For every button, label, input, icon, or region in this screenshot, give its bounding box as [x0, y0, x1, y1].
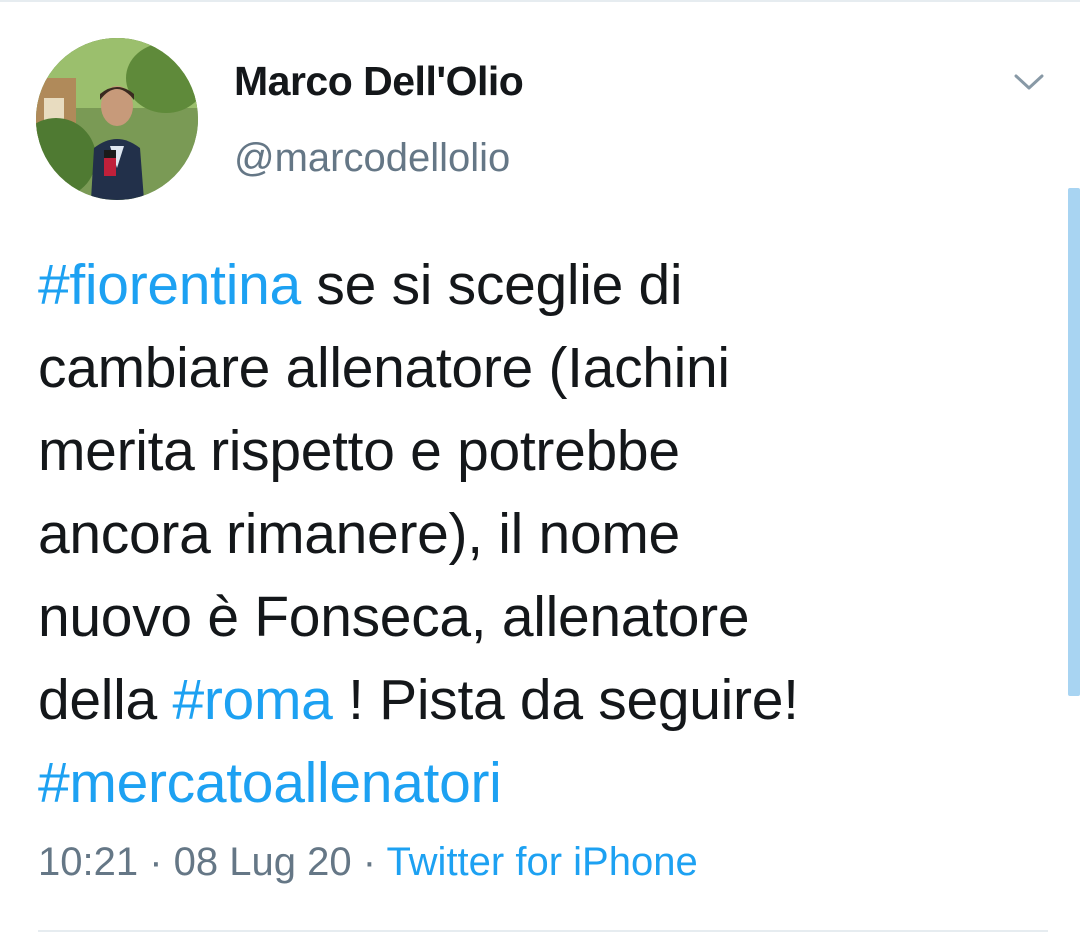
top-divider [0, 0, 1080, 2]
meta-separator: · [351, 840, 387, 884]
tweet-line: cambiare allenatore (Iachini [38, 336, 730, 400]
hashtag-link[interactable]: #fiorentina [38, 253, 301, 317]
tweet-line: della #roma ! Pista da seguire! [38, 659, 1048, 742]
hashtag-link[interactable]: #mercatoallenatori [38, 751, 502, 815]
tweet-source-link[interactable]: Twitter for iPhone [386, 840, 697, 884]
author-name[interactable]: Marco Dell'Olio [234, 58, 524, 105]
avatar[interactable] [36, 38, 198, 200]
tweet-line: #mercatoallenatori [38, 742, 1048, 825]
tweet-text-segment: ! Pista da seguire! [332, 668, 799, 732]
scrollbar[interactable] [1068, 188, 1080, 696]
more-options-button[interactable] [1006, 62, 1052, 102]
author-handle[interactable]: @marcodellolio [234, 136, 510, 181]
tweet-time[interactable]: 10:21 [38, 840, 138, 884]
chevron-down-icon [1014, 74, 1044, 90]
tweet-line: ancora rimanere), il nome [38, 502, 680, 566]
tweet-meta: 10:21 · 08 Lug 20 · Twitter for iPhone [38, 840, 698, 885]
hashtag-link[interactable]: #roma [172, 668, 332, 732]
tweet-text-segment: della [38, 668, 173, 732]
bottom-divider [38, 930, 1048, 932]
meta-separator: · [138, 840, 174, 884]
tweet-line: nuovo è Fonseca, allenatore [38, 585, 750, 649]
tweet-line: #fiorentina se si sceglie di [38, 244, 1048, 327]
tweet-line: merita rispetto e potrebbe [38, 419, 680, 483]
tweet-text: #fiorentina se si sceglie di cambiare al… [38, 244, 1048, 825]
tweet-text-segment: se si sceglie di [300, 253, 683, 317]
tweet-date[interactable]: 08 Lug 20 [174, 840, 352, 884]
